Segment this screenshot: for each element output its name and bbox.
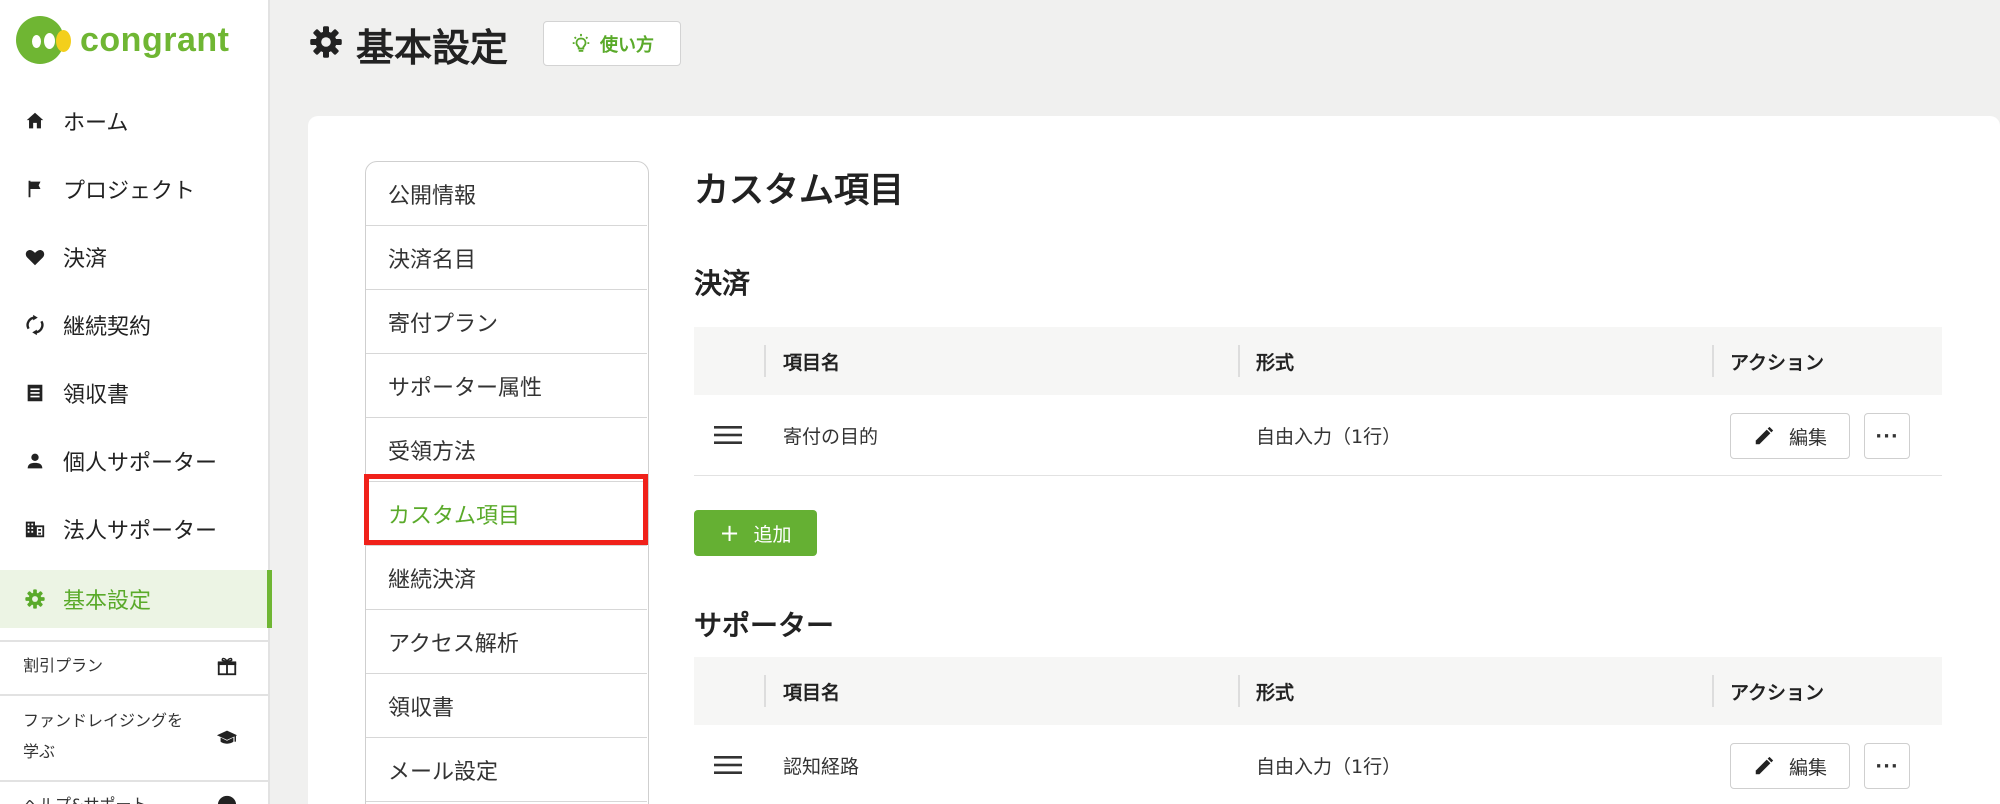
edit-label: 編集 [1788, 756, 1827, 779]
settings-menu-item[interactable]: 受領方法 [366, 418, 647, 482]
column-divider [1712, 345, 1714, 377]
sidebar-link-learn-fundraising[interactable]: ファンドレイジングを 学ぶ [23, 705, 243, 767]
page-title: 基本設定 [356, 25, 509, 70]
sidebar: congrant ホーム プロジェクト 決済 継続契約 領収書 個人サポーター … [0, 0, 272, 804]
sync-icon [23, 313, 47, 337]
graduation-cap-icon [216, 727, 238, 749]
table-header: 項目名 形式 アクション [694, 327, 1942, 395]
sidebar-item-project[interactable]: プロジェクト [0, 160, 270, 218]
column-divider [1238, 345, 1240, 377]
content-title: カスタム項目 [694, 171, 905, 211]
sidebar-item-label: 継続契約 [63, 315, 152, 340]
column-header-action: アクション [1730, 351, 1825, 374]
table-header: 項目名 形式 アクション [694, 657, 1942, 725]
settings-menu-item[interactable]: アクセス解析 [366, 610, 647, 674]
sidebar-item-label: 決済 [63, 247, 108, 272]
drag-handle-icon[interactable] [714, 423, 742, 447]
more-options-button[interactable]: ··· [1864, 743, 1910, 789]
highlight-annotation-box [364, 474, 648, 545]
lightbulb-icon [572, 33, 590, 52]
gear-icon [308, 24, 344, 64]
pencil-icon [1755, 756, 1774, 775]
how-to-button[interactable]: 使い方 [543, 21, 681, 66]
add-label: 追加 [753, 523, 792, 546]
divider [0, 640, 270, 642]
item-format: 自由入力（1行） [1256, 426, 1402, 448]
item-name: 認知経路 [783, 756, 860, 778]
item-format: 自由入力（1行） [1256, 756, 1402, 778]
column-divider [764, 675, 766, 707]
sidebar-item-corporate-supporter[interactable]: 法人サポーター [0, 500, 270, 558]
gift-icon [216, 655, 238, 677]
column-header-format: 形式 [1256, 351, 1295, 374]
how-to-label: 使い方 [600, 34, 654, 56]
column-header-name: 項目名 [783, 681, 841, 704]
divider [0, 780, 270, 782]
sidebar-item-label: ホーム [63, 111, 129, 136]
column-divider [1238, 675, 1240, 707]
section-title: サポーター [694, 609, 835, 642]
congrant-logo[interactable]: congrant [16, 14, 229, 66]
column-header-action: アクション [1730, 681, 1825, 704]
settings-menu-item[interactable]: メール設定 [366, 738, 647, 802]
sidebar-item-payment[interactable]: 決済 [0, 228, 270, 286]
edit-button[interactable]: 編集 [1730, 413, 1850, 459]
edit-label: 編集 [1788, 426, 1827, 449]
table-row: 寄付の目的 自由入力（1行） 編集 ··· [694, 395, 1942, 476]
item-name: 寄付の目的 [783, 426, 879, 448]
sidebar-item-label: 個人サポーター [63, 451, 218, 476]
logo-text: congrant [80, 20, 230, 59]
settings-menu-item[interactable]: 領収書 [366, 674, 647, 738]
sidebar-item-basic-settings[interactable]: 基本設定 [0, 570, 272, 628]
plus-icon: + [719, 519, 740, 547]
logo-mark-icon [16, 16, 71, 64]
column-divider [764, 345, 766, 377]
sidebar-link-discount-plan[interactable]: 割引プラン [23, 650, 243, 681]
column-header-name: 項目名 [783, 351, 841, 374]
sidebar-link-help-support[interactable]: ヘルプ&サポート [23, 789, 243, 804]
page-header: 基本設定 [308, 18, 508, 70]
sidebar-item-label: 領収書 [63, 383, 130, 408]
sidebar-item-label: 基本設定 [63, 589, 152, 614]
sidebar-link-label: ファンドレイジングを [23, 711, 184, 730]
more-options-button[interactable]: ··· [1864, 413, 1910, 459]
column-divider [1712, 675, 1714, 707]
add-button[interactable]: + 追加 [694, 510, 817, 556]
person-icon [23, 449, 47, 473]
building-icon [23, 517, 47, 541]
home-icon [23, 109, 47, 133]
sidebar-item-receipt[interactable]: 領収書 [0, 364, 270, 422]
sidebar-item-label: 法人サポーター [63, 519, 218, 544]
divider [0, 694, 270, 696]
help-icon [216, 794, 238, 804]
pencil-icon [1755, 426, 1774, 445]
sidebar-item-home[interactable]: ホーム [0, 92, 270, 150]
settings-menu-item[interactable]: サポーター属性 [366, 354, 647, 418]
sidebar-item-recurring[interactable]: 継続契約 [0, 296, 270, 354]
settings-menu-item[interactable]: 決済名目 [366, 226, 647, 290]
settings-menu-item[interactable]: 寄付プラン [366, 290, 647, 354]
drag-handle-icon[interactable] [714, 753, 742, 777]
edit-button[interactable]: 編集 [1730, 743, 1850, 789]
settings-menu-item[interactable]: 継続決済 [366, 546, 647, 610]
sidebar-link-label: 学ぶ [23, 742, 56, 761]
gear-icon [23, 587, 47, 611]
heart-icon [23, 245, 47, 269]
settings-menu-item[interactable]: 公開情報 [366, 162, 647, 226]
sidebar-link-label: 割引プラン [23, 656, 104, 675]
flag-icon [23, 177, 47, 201]
sidebar-item-individual-supporter[interactable]: 個人サポーター [0, 432, 270, 490]
sidebar-item-label: プロジェクト [63, 179, 196, 204]
sidebar-link-label: ヘルプ&サポート [23, 795, 147, 804]
section-title: 決済 [694, 267, 751, 300]
table-row: 認知経路 自由入力（1行） 編集 ··· [694, 725, 1942, 804]
column-header-format: 形式 [1256, 681, 1295, 704]
receipt-icon [23, 381, 47, 405]
